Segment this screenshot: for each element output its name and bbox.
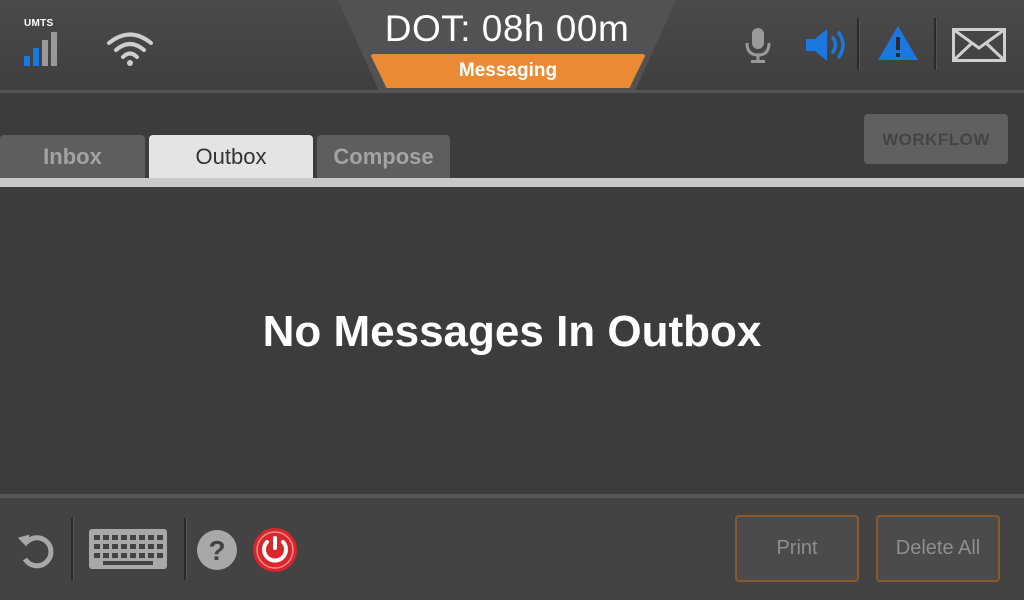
svg-text:?: ? xyxy=(208,535,225,566)
toolbar-divider xyxy=(857,18,860,70)
bottom-toolbar: ? Print Delete All xyxy=(0,498,1024,600)
network-type-label: UMTS xyxy=(24,18,54,29)
tab-outbox[interactable]: Outbox xyxy=(149,135,313,178)
header-divider xyxy=(0,90,1024,93)
mail-icon[interactable] xyxy=(952,28,1006,62)
tab-inbox[interactable]: Inbox xyxy=(0,135,145,178)
speaker-icon[interactable] xyxy=(804,26,850,64)
dot-timer: DOT: 08h 00m xyxy=(384,8,630,49)
empty-state-message: No Messages In Outbox xyxy=(262,307,762,356)
wifi-icon xyxy=(107,32,153,66)
keyboard-icon[interactable] xyxy=(89,529,167,569)
status-bar: UMTS DOT: 08h 00m Messaging xyxy=(0,0,1024,90)
warning-icon[interactable] xyxy=(876,24,920,62)
delete-all-button[interactable]: Delete All xyxy=(876,515,1000,582)
mode-badge: Messaging xyxy=(370,54,646,88)
tab-compose[interactable]: Compose xyxy=(317,135,450,178)
refresh-icon[interactable] xyxy=(17,530,57,570)
help-icon[interactable]: ? xyxy=(197,530,237,570)
toolbar-divider xyxy=(71,518,74,580)
toolbar-divider xyxy=(184,518,187,580)
message-list-area: No Messages In Outbox xyxy=(0,187,1024,494)
toolbar-divider xyxy=(934,18,937,70)
microphone-icon[interactable] xyxy=(744,26,772,64)
tab-underline xyxy=(0,178,1024,187)
cellular-signal: UMTS xyxy=(24,18,68,68)
print-button[interactable]: Print xyxy=(735,515,859,582)
workflow-button[interactable]: WORKFLOW xyxy=(864,114,1008,164)
power-icon[interactable] xyxy=(252,527,298,573)
